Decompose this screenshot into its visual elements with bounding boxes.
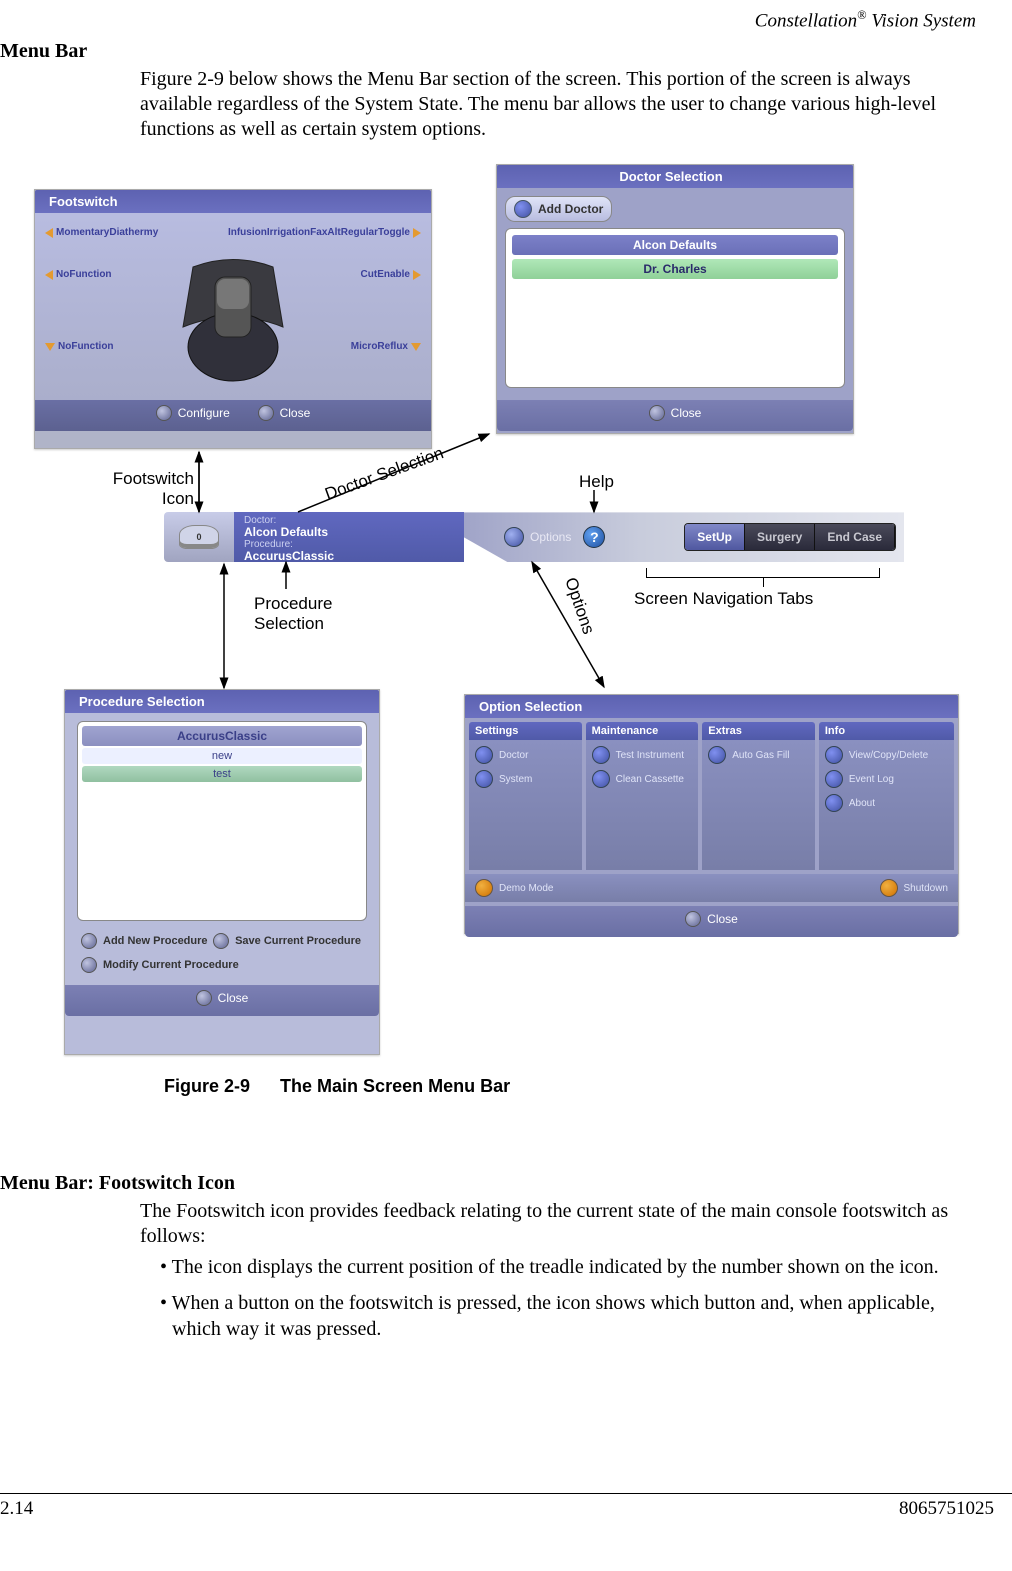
tab-end-case[interactable]: End Case xyxy=(815,524,895,550)
doctor-list: Alcon Defaults Dr. Charles xyxy=(505,228,845,388)
footswitch-close-button[interactable]: Close xyxy=(258,405,311,421)
procedure-title: Procedure Selection xyxy=(65,690,379,713)
options-icon[interactable] xyxy=(504,527,524,547)
procedure-header[interactable]: AccurusClassic xyxy=(82,726,362,746)
doctor-list-item[interactable]: Dr. Charles xyxy=(512,259,838,279)
doctor-title: Doctor Selection xyxy=(497,165,853,188)
callout-footswitch-icon: Footswitch Icon xyxy=(94,469,194,509)
running-header: Constellation® Vision System xyxy=(0,8,976,32)
menu-bar-info[interactable]: Doctor: Alcon Defaults Procedure: Accuru… xyxy=(234,512,464,562)
doc-number: 8065751025 xyxy=(899,1498,994,1520)
save-procedure-button[interactable]: Save Current Procedure xyxy=(213,931,361,951)
option-selection-dialog: Option Selection Settings Doctor System … xyxy=(464,694,959,934)
procedure-selection-dialog: Procedure Selection AccurusClassic new t… xyxy=(64,689,380,1055)
procedure-row[interactable]: new xyxy=(82,748,362,764)
footswitch-treadle-icon xyxy=(179,525,219,549)
callout-nav-tabs: Screen Navigation Tabs xyxy=(634,589,813,609)
opt-about[interactable]: About xyxy=(825,794,948,812)
procedure-row[interactable]: test xyxy=(82,766,362,782)
tab-setup[interactable]: SetUp xyxy=(685,524,745,550)
section-title-menu-bar: Menu Bar xyxy=(0,40,994,63)
modify-procedure-button[interactable]: Modify Current Procedure xyxy=(81,955,239,975)
opt-view-copy-delete[interactable]: View/Copy/Delete xyxy=(825,746,948,764)
footswitch-configure-button[interactable]: Configure xyxy=(156,405,230,421)
bullet-2: • When a button on the footswitch is pre… xyxy=(160,1291,976,1342)
add-doctor-button[interactable]: Add Doctor xyxy=(505,196,612,222)
options-label[interactable]: Options xyxy=(530,530,571,544)
section2-para: The Footswitch icon provides feedback re… xyxy=(140,1199,976,1249)
opt-test-instrument[interactable]: Test Instrument xyxy=(592,746,693,764)
fs-label-mr: CutEnable xyxy=(361,269,421,280)
menu-bar: Doctor: Alcon Defaults Procedure: Accuru… xyxy=(164,512,904,562)
figure-2-9: Footswitch MomentaryDiathermy InfusionIr… xyxy=(34,164,976,1094)
footswitch-icon[interactable] xyxy=(164,512,234,562)
fs-label-tr: InfusionIrrigationFaxAltRegularToggle xyxy=(228,227,421,238)
opt-shutdown[interactable]: Shutdown xyxy=(880,879,948,897)
callout-options: Options xyxy=(560,575,598,637)
doctor-list-header[interactable]: Alcon Defaults xyxy=(512,235,838,255)
figure-caption: Figure 2-9 The Main Screen Menu Bar xyxy=(164,1076,510,1097)
help-icon[interactable]: ? xyxy=(583,526,605,548)
page-footer: 2.14 8065751025 xyxy=(0,1493,1012,1520)
footswitch-title: Footswitch xyxy=(35,190,431,213)
settings-header: Settings xyxy=(469,722,582,740)
callout-doctor-selection: Doctor Selection xyxy=(322,444,446,505)
navigation-tabs: SetUp Surgery End Case xyxy=(684,523,896,551)
callout-procedure-selection: Procedure Selection xyxy=(254,594,332,634)
bullet-1: • The icon displays the current position… xyxy=(160,1255,976,1281)
fs-label-tl: MomentaryDiathermy xyxy=(45,227,158,238)
fs-label-ml: NoFunction xyxy=(45,269,112,280)
info-header: Info xyxy=(819,722,954,740)
option-title: Option Selection xyxy=(465,695,958,718)
procedure-list: AccurusClassic new test xyxy=(77,721,367,921)
tab-surgery[interactable]: Surgery xyxy=(745,524,815,550)
opt-system[interactable]: System xyxy=(475,770,576,788)
add-procedure-button[interactable]: Add New Procedure xyxy=(81,931,208,951)
doctor-close-button[interactable]: Close xyxy=(649,405,702,421)
opt-event-log[interactable]: Event Log xyxy=(825,770,948,788)
options-close-button[interactable]: Close xyxy=(685,911,738,927)
nav-tabs-bracket xyxy=(646,568,880,578)
opt-demo-mode[interactable]: Demo Mode xyxy=(475,879,553,897)
procedure-close-button[interactable]: Close xyxy=(196,990,249,1006)
callout-help: Help xyxy=(579,472,614,492)
section-para: Figure 2-9 below shows the Menu Bar sect… xyxy=(140,67,976,142)
opt-doctor[interactable]: Doctor xyxy=(475,746,576,764)
page-number: 2.14 xyxy=(0,1498,33,1520)
maintenance-header: Maintenance xyxy=(586,722,699,740)
doctor-selection-dialog: Doctor Selection Add Doctor Alcon Defaul… xyxy=(496,164,854,434)
fs-label-br: MicroReflux xyxy=(351,341,421,352)
footswitch-graphic xyxy=(173,257,293,387)
section-title-footswitch-icon: Menu Bar: Footswitch Icon xyxy=(0,1172,994,1195)
fs-label-bl: NoFunction xyxy=(45,341,114,352)
opt-auto-gas-fill[interactable]: Auto Gas Fill xyxy=(708,746,809,764)
opt-clean-cassette[interactable]: Clean Cassette xyxy=(592,770,693,788)
footswitch-dialog: Footswitch MomentaryDiathermy InfusionIr… xyxy=(34,189,432,449)
extras-header: Extras xyxy=(702,722,815,740)
